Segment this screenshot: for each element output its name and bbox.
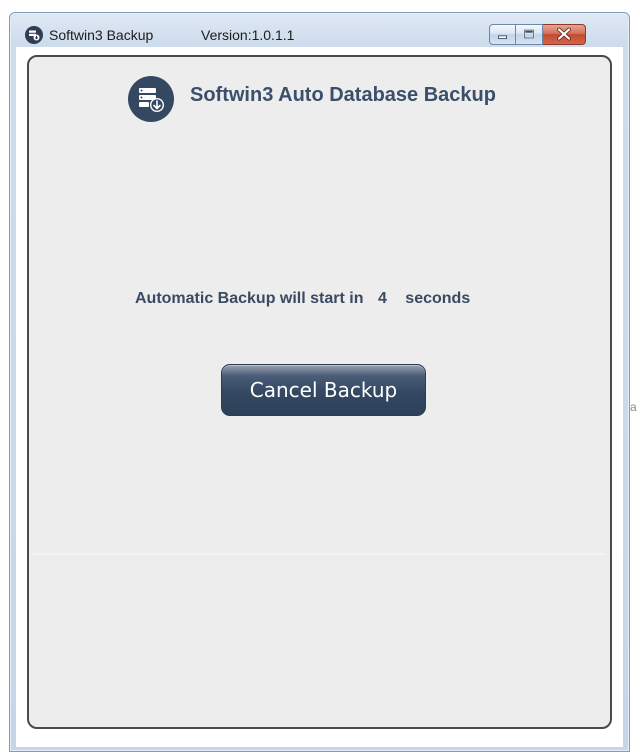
countdown-prefix: Automatic Backup will start in: [135, 290, 364, 307]
backup-panel: Softwin3 Auto Database Backup Automatic …: [27, 55, 612, 729]
minimize-icon: [497, 35, 508, 40]
close-icon: [557, 27, 571, 41]
maximize-icon: [523, 29, 535, 39]
cancel-backup-button[interactable]: Cancel Backup: [221, 364, 426, 416]
minimize-button[interactable]: [489, 24, 516, 45]
window-title: Softwin3 Backup: [49, 27, 154, 43]
countdown-seconds-value: 4: [377, 290, 387, 307]
countdown-message: Automatic Backup will start in 4 seconds: [135, 290, 470, 308]
panel-divider: [33, 551, 606, 557]
caption-buttons: [489, 24, 586, 45]
maximize-button[interactable]: [516, 24, 543, 45]
desktop: a Softwin3 Backup Version:1.0.1.1 Softwi…: [0, 0, 640, 752]
app-heading: Softwin3 Auto Database Backup: [190, 84, 496, 106]
title-bar[interactable]: Softwin3 Backup Version:1.0.1.1: [10, 13, 629, 47]
countdown-suffix: seconds: [405, 290, 471, 307]
database-download-icon: [128, 76, 174, 122]
version-label: Version:1.0.1.1: [201, 27, 295, 43]
close-button[interactable]: [543, 24, 586, 45]
app-icon: [25, 26, 43, 44]
background-text-fragment: a: [630, 400, 637, 414]
